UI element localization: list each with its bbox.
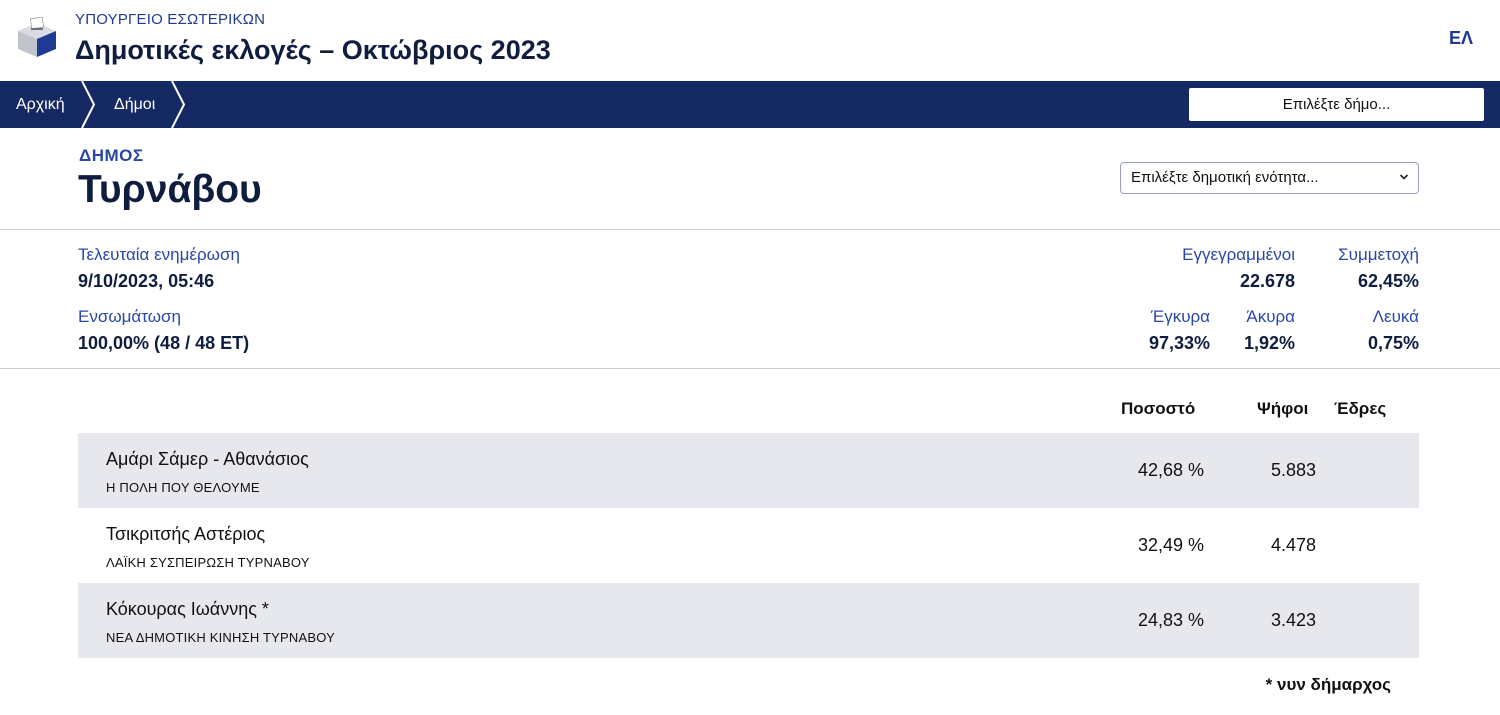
registered-value: 22.678: [1239, 271, 1295, 291]
valid-value: 97,33%: [1148, 333, 1210, 353]
breadcrumb-municipalities[interactable]: Δήμοι: [114, 81, 155, 128]
municipal-unit-select[interactable]: Επιλέξτε δημοτική ενότητα...: [1120, 162, 1419, 194]
last-update-value: 9/10/2023, 05:46: [78, 271, 215, 291]
candidate-name: Τσικριτσής Αστέριος: [106, 524, 266, 544]
incumbent-footnote: * νυν δήμαρχος: [1265, 675, 1391, 694]
page-title[interactable]: Δημοτικές εκλογές – Οκτώβριος 2023: [75, 35, 551, 66]
divider: [0, 229, 1500, 230]
integration-value: 100,00% (48 / 48 ΕΤ): [78, 333, 250, 353]
candidate-percent: 42,68 %: [1137, 460, 1204, 480]
municipality-search-input[interactable]: [1189, 88, 1484, 121]
candidate-party: Η ΠΟΛΗ ΠΟΥ ΘΕΛΟΥΜΕ: [106, 480, 260, 495]
valid-label: Έγκυρα: [1150, 307, 1210, 326]
candidate-party: ΛΑΪΚΗ ΣΥΣΠΕΙΡΩΣΗ ΤΥΡΝΑΒΟΥ: [106, 555, 310, 570]
turnout-label: Συμμετοχή: [1338, 245, 1419, 264]
candidate-votes: 5.883: [1270, 460, 1316, 480]
table-row: Κόκουρας Ιωάννης * ΝΕΑ ΔΗΜΟΤΙΚΗ ΚΙΝΗΣΗ Τ…: [78, 583, 1419, 658]
column-header-seats: Έδρες: [1334, 399, 1387, 418]
column-header-votes: Ψήφοι: [1257, 399, 1309, 418]
ballot-box-icon[interactable]: [16, 17, 58, 57]
ministry-name: ΥΠΟΥΡΓΕΙΟ ΕΣΩΤΕΡΙΚΩΝ: [75, 11, 266, 28]
municipality-name: Τυρνάβου: [78, 168, 262, 211]
invalid-label: Άκυρα: [1246, 307, 1295, 326]
language-switch[interactable]: ΕΛ: [1449, 28, 1473, 49]
invalid-value: 1,92%: [1243, 333, 1295, 353]
candidate-votes: 4.478: [1270, 535, 1316, 555]
chevron-right-icon: [81, 81, 96, 128]
chevron-right-icon: [171, 81, 186, 128]
site-header: ΥΠΟΥΡΓΕΙΟ ΕΣΩΤΕΡΙΚΩΝ Δημοτικές εκλογές –…: [0, 0, 1500, 81]
registered-label: Εγγεγραμμένοι: [1182, 245, 1295, 264]
candidate-name: Αμάρι Σάμερ - Αθανάσιος: [106, 449, 309, 469]
municipality-kind: ΔΗΜΟΣ: [79, 146, 144, 165]
column-header-percent: Ποσοστό: [1121, 399, 1196, 418]
last-update-label: Τελευταία ενημέρωση: [78, 245, 240, 264]
candidate-votes: 3.423: [1270, 610, 1316, 630]
municipal-unit-select-value: Επιλέξτε δημοτική ενότητα...: [1131, 169, 1319, 186]
table-row: Αμάρι Σάμερ - Αθανάσιος Η ΠΟΛΗ ΠΟΥ ΘΕΛΟΥ…: [78, 433, 1419, 508]
candidate-name: Κόκουρας Ιωάννης *: [106, 599, 269, 619]
breadcrumb-home[interactable]: Αρχική: [16, 81, 65, 128]
table-row: Τσικριτσής Αστέριος ΛΑΪΚΗ ΣΥΣΠΕΙΡΩΣΗ ΤΥΡ…: [78, 508, 1419, 583]
candidate-percent: 32,49 %: [1137, 535, 1204, 555]
blank-value: 0,75%: [1367, 333, 1419, 353]
blank-label: Λευκά: [1372, 307, 1419, 326]
chevron-down-icon: [1399, 174, 1409, 180]
candidate-percent: 24,83 %: [1137, 610, 1204, 630]
integration-label: Ενσωμάτωση: [78, 307, 181, 326]
turnout-value: 62,45%: [1357, 271, 1419, 291]
candidate-party: ΝΕΑ ΔΗΜΟΤΙΚΗ ΚΙΝΗΣΗ ΤΥΡΝΑΒΟΥ: [106, 630, 335, 645]
divider: [0, 368, 1500, 369]
